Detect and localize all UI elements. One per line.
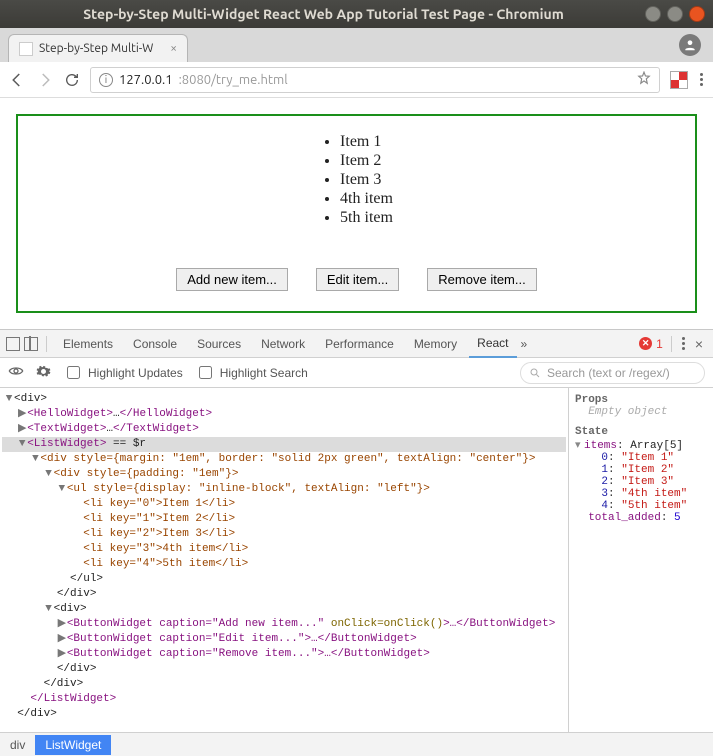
state-item-row[interactable]: 3: "4th item" [575, 488, 707, 500]
page-viewport: Item 1 Item 2 Item 3 4th item 5th item A… [0, 98, 713, 329]
crumb-div[interactable]: div [0, 735, 35, 755]
list-item: Item 2 [340, 152, 393, 170]
settings-icon[interactable] [36, 364, 51, 382]
list-item: 4th item [340, 190, 393, 208]
item-list: Item 1 Item 2 Item 3 4th item 5th item [320, 132, 393, 228]
state-item-row[interactable]: 2: "Item 3" [575, 476, 707, 488]
highlight-search-checkbox[interactable]: Highlight Search [195, 363, 308, 382]
reload-button[interactable] [64, 72, 80, 88]
url-path: :8080/try_me.html [179, 73, 288, 87]
browser-menu-button[interactable] [698, 71, 705, 88]
browser-toolbar: i 127.0.0.1 :8080/try_me.html [0, 62, 713, 98]
site-info-icon[interactable]: i [99, 73, 113, 87]
browser-tabstrip: Step-by-Step Multi-W × [0, 28, 713, 62]
window-titlebar: Step-by-Step Multi-Widget React Web App … [0, 0, 713, 28]
list-item: Item 1 [340, 133, 393, 151]
list-widget: Item 1 Item 2 Item 3 4th item 5th item A… [16, 114, 697, 313]
button-row: Add new item... Edit item... Remove item… [34, 268, 679, 291]
state-item-row[interactable]: 0: "Item 1" [575, 452, 707, 464]
tab-close-icon[interactable]: × [170, 42, 177, 55]
devtools-menu-icon[interactable] [680, 335, 687, 352]
state-total-row[interactable]: total_added: 5 [575, 512, 707, 524]
state-item-row[interactable]: 4: "5th item" [575, 500, 707, 512]
profile-avatar-button[interactable] [679, 34, 701, 56]
back-button[interactable] [8, 71, 26, 89]
devtools-tab-performance[interactable]: Performance [317, 330, 402, 358]
window-maximize-button[interactable] [667, 6, 683, 22]
react-body: ▼<div> ▶<HelloWidget>…</HelloWidget> ▶<T… [0, 388, 713, 732]
tab-favicon [19, 42, 33, 56]
window-close-button[interactable] [689, 6, 705, 22]
bookmark-icon[interactable] [637, 71, 651, 88]
state-item-row[interactable]: 1: "Item 2" [575, 464, 707, 476]
search-icon [529, 367, 541, 379]
add-item-button[interactable]: Add new item... [176, 268, 288, 291]
extension-icon[interactable] [670, 71, 688, 89]
list-item: Item 3 [340, 171, 393, 189]
react-sidepane: Props Empty object State ▾items: Array[5… [568, 388, 713, 732]
device-toolbar-icon[interactable] [24, 337, 38, 351]
url-host: 127.0.0.1 [119, 73, 173, 87]
separator [46, 336, 47, 352]
tree-row-selected: ▼<ListWidget> == $r [2, 437, 566, 452]
devtools-panel: Elements Console Sources Network Perform… [0, 329, 713, 756]
error-count[interactable]: ✕1 [639, 337, 663, 351]
forward-button [36, 71, 54, 89]
browser-tab[interactable]: Step-by-Step Multi-W × [8, 34, 188, 62]
devtools-tab-console[interactable]: Console [125, 330, 185, 358]
tab-title: Step-by-Step Multi-W [39, 42, 164, 55]
inspect-react-icon[interactable] [8, 363, 24, 382]
devtools-tab-network[interactable]: Network [253, 330, 313, 358]
props-empty: Empty object [575, 406, 707, 418]
react-tree[interactable]: ▼<div> ▶<HelloWidget>…</HelloWidget> ▶<T… [0, 388, 568, 732]
window-title: Step-by-Step Multi-Widget React Web App … [8, 6, 639, 22]
separator [671, 336, 672, 352]
state-header: State [575, 426, 707, 438]
inspect-element-icon[interactable] [6, 337, 20, 351]
devtools-close-icon[interactable]: × [691, 336, 707, 352]
crumb-listwidget[interactable]: ListWidget [35, 735, 111, 755]
react-breadcrumb: div ListWidget [0, 732, 713, 756]
list-item: 5th item [340, 209, 393, 227]
devtools-tab-sources[interactable]: Sources [189, 330, 249, 358]
highlight-updates-checkbox[interactable]: Highlight Updates [63, 363, 183, 382]
edit-item-button[interactable]: Edit item... [316, 268, 399, 291]
devtools-tab-react[interactable]: React [469, 330, 516, 358]
props-header: Props [575, 394, 707, 406]
devtools-tab-elements[interactable]: Elements [55, 330, 121, 358]
window-minimize-button[interactable] [645, 6, 661, 22]
state-items-row[interactable]: ▾items: Array[5] [575, 438, 707, 452]
react-toolbar: Highlight Updates Highlight Search Searc… [0, 358, 713, 388]
tabs-overflow-icon[interactable]: » [521, 337, 528, 351]
react-search-input[interactable]: Search (text or /regex/) [520, 362, 705, 384]
remove-item-button[interactable]: Remove item... [427, 268, 536, 291]
devtools-tab-memory[interactable]: Memory [406, 330, 465, 358]
devtools-tabbar: Elements Console Sources Network Perform… [0, 330, 713, 358]
url-bar[interactable]: i 127.0.0.1 :8080/try_me.html [90, 67, 660, 93]
